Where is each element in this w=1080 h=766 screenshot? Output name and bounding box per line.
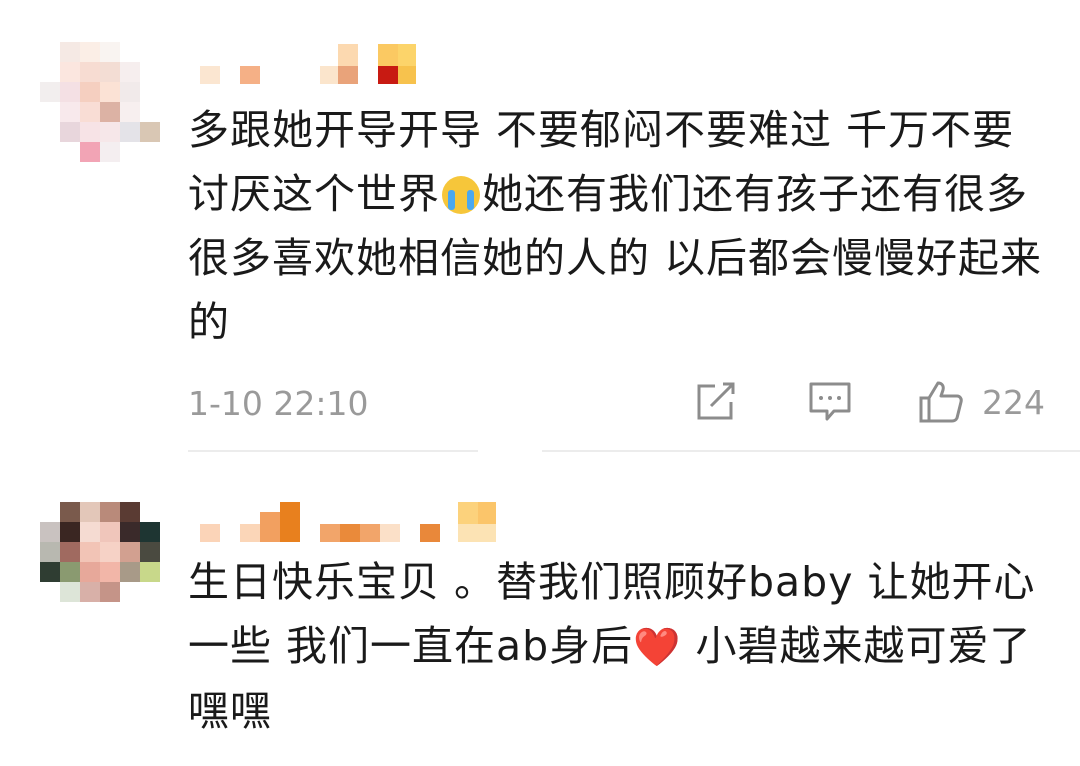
thumbs-up-icon — [919, 381, 963, 423]
comment-text: 多跟她开导开导 不要郁闷不要难过 千万不要讨厌这个世界 她还有我们还有孩子还有很多… — [188, 106, 1043, 346]
heart-icon: ❤️ — [633, 625, 682, 669]
like-count: 224 — [982, 382, 1045, 422]
crying-face-icon — [442, 176, 480, 214]
comment-icon — [809, 382, 851, 421]
reply-button[interactable] — [808, 378, 852, 426]
avatar[interactable] — [40, 42, 160, 162]
share-button[interactable] — [693, 378, 737, 426]
comment-item: 多跟她开导开导 不要郁闷不要难过 千万不要讨厌这个世界 她还有我们还有孩子还有很多… — [0, 0, 1080, 452]
comment-text: 生日快乐宝贝 。替我们照顾好baby 让她开心一些 我们一直在ab身后❤️ 小碧… — [188, 558, 1036, 735]
like-button[interactable]: 224 — [918, 378, 1045, 426]
comment-meta: 1-10 22:10 224 — [188, 378, 1048, 428]
comment-item: 生日快乐宝贝 。替我们照顾好baby 让她开心一些 我们一直在ab身后❤️ 小碧… — [0, 452, 1080, 766]
share-icon — [697, 382, 735, 420]
timestamp: 1-10 22:10 — [188, 384, 369, 423]
avatar[interactable] — [40, 502, 160, 622]
